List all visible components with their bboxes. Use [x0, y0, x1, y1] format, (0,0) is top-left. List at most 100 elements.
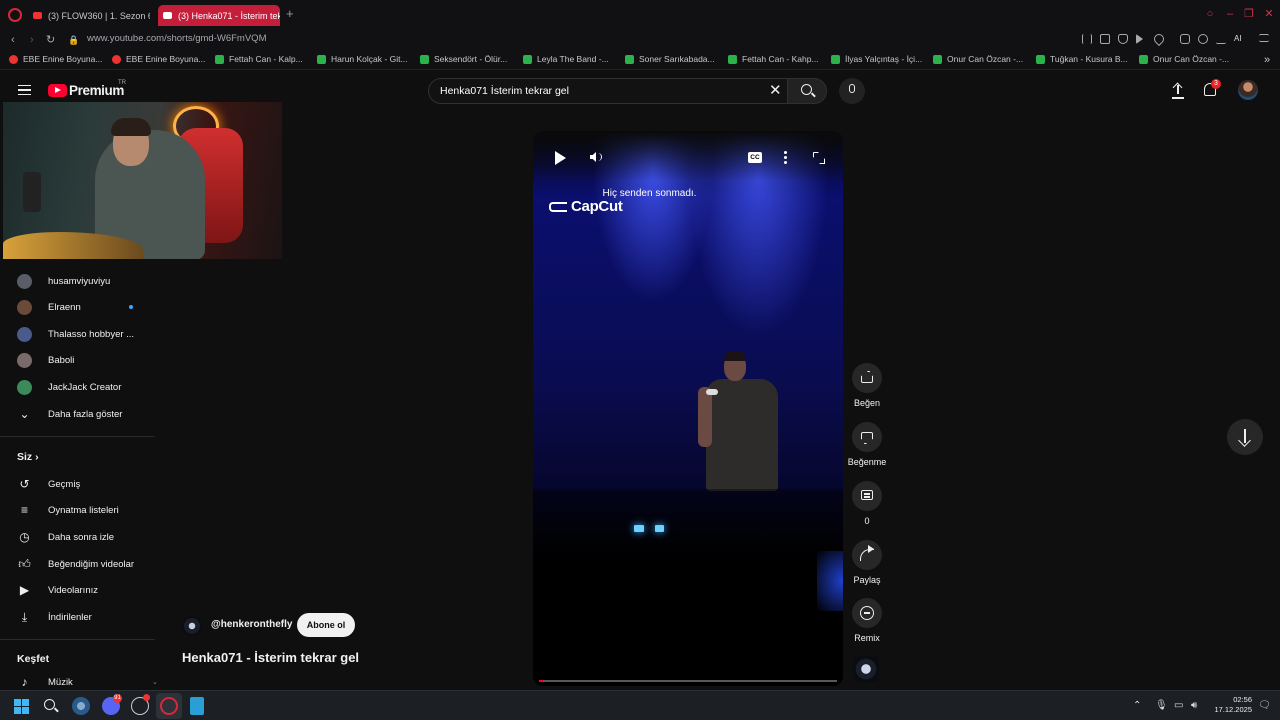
play-icon[interactable]	[555, 151, 566, 165]
sidebar-subscription[interactable]: Baboli	[0, 347, 155, 373]
extensions-icon[interactable]	[1180, 34, 1190, 44]
channel-avatar[interactable]	[182, 616, 202, 636]
next-short-button[interactable]	[1227, 419, 1263, 455]
progress-fill	[539, 680, 543, 682]
channel-thumbnail[interactable]	[853, 656, 879, 682]
clear-search-icon[interactable]: ✕	[769, 82, 782, 100]
bookmark-item[interactable]: Seksendört - Ölür...	[420, 54, 507, 64]
bookmark-item[interactable]: EBE Enine Boyuna...	[112, 54, 205, 64]
close-window-icon[interactable]: ✕	[1263, 8, 1275, 20]
new-tab-icon[interactable]: +	[286, 7, 294, 20]
channel-avatar	[17, 379, 32, 395]
bookmark-item[interactable]: Leyla The Band -...	[523, 54, 609, 64]
app-icon[interactable]	[72, 697, 90, 715]
webcam-overlay	[3, 102, 282, 259]
like-button[interactable]: Beğen	[845, 363, 889, 408]
create-upload-icon[interactable]	[1172, 83, 1184, 98]
bookmark-item[interactable]: İlyas Yalçıntaş - İçi...	[831, 54, 922, 64]
browser-tab-bar: (3) FLOW360 | 1. Sezon 6 (3) Henka071 - …	[0, 0, 1280, 30]
bookmark-icon[interactable]	[1082, 34, 1092, 44]
remix-button[interactable]: Remix	[845, 598, 889, 643]
shorts-player[interactable]: CC Hiç senden sonmadı. CapCut	[533, 131, 843, 686]
menu-icon[interactable]	[18, 85, 31, 95]
sidebar-item-playlists[interactable]: ≡ Oynatma listeleri	[0, 497, 155, 523]
clock-date: 17.12.2025	[1214, 705, 1252, 714]
sidebar-subscription[interactable]: JackJack Creator	[0, 374, 155, 400]
captions-icon[interactable]: CC	[748, 152, 762, 163]
channel-handle[interactable]: @henkeronthefly	[211, 619, 292, 630]
voice-search-button[interactable]	[839, 78, 865, 104]
bookmark-item[interactable]: Tuğkan - Kusura B...	[1036, 54, 1128, 64]
comments-button[interactable]: 0	[845, 481, 889, 526]
taskbar-search-icon[interactable]	[42, 697, 60, 715]
youtube-logo-icon[interactable]	[48, 84, 67, 97]
player-icon[interactable]	[1136, 34, 1143, 44]
show-more-button[interactable]: ⌄ Daha fazla göster	[0, 401, 155, 427]
search-tabs-icon[interactable]: ○	[1204, 8, 1216, 20]
bookmark-item[interactable]: Harun Kolçak - Git...	[317, 54, 408, 64]
bookmark-item[interactable]: Soner Sarıkabada...	[625, 54, 715, 64]
dislike-button[interactable]: Beğenme	[845, 422, 889, 467]
network-icon[interactable]: ▭	[1174, 700, 1183, 712]
forward-icon[interactable]: ›	[30, 33, 34, 47]
search-button[interactable]	[787, 78, 827, 104]
bookmark-item[interactable]: Fettah Can - Kalp...	[215, 54, 303, 64]
youtube-icon	[112, 54, 121, 64]
download-icon[interactable]	[1216, 34, 1226, 44]
tab-henka071[interactable]: (3) Henka071 - İsterim tek	[158, 5, 280, 26]
sidebar-item-downloads[interactable]: ⤓ İndirilenler	[0, 604, 155, 630]
opera-taskbar-icon[interactable]	[160, 697, 178, 715]
music-icon: ♪	[21, 674, 28, 689]
sidebar-item-your-videos[interactable]: ▶ Videolarınız	[0, 577, 155, 603]
sheet-icon	[728, 54, 737, 64]
opera-logo-icon[interactable]	[8, 8, 22, 22]
divider	[0, 639, 155, 640]
bookmark-item[interactable]: Onur Can Özcan -...	[1139, 54, 1229, 64]
more-options-icon[interactable]	[784, 151, 787, 165]
tab-flow360[interactable]: (3) FLOW360 | 1. Sezon 6	[28, 5, 150, 26]
ai-button[interactable]: AI	[1234, 34, 1252, 44]
capcut-logo-icon	[549, 202, 567, 212]
fullscreen-icon[interactable]	[813, 152, 825, 164]
account-avatar[interactable]	[1238, 80, 1258, 100]
you-section-header[interactable]: Siz ›	[17, 451, 39, 463]
shield-icon[interactable]	[1118, 34, 1128, 44]
progress-bar[interactable]	[539, 680, 837, 682]
search-input[interactable]: Henka071 İsterim tekrar gel ✕	[428, 78, 788, 104]
volume-icon[interactable]	[590, 152, 596, 162]
volume-tray-icon[interactable]: 🔊︎	[1191, 700, 1197, 712]
heart-icon[interactable]	[1151, 31, 1167, 47]
back-icon[interactable]: ‹	[11, 33, 15, 47]
system-clock[interactable]: 02:56 17.12.2025	[1212, 695, 1252, 715]
share-button[interactable]: Paylaş	[845, 540, 889, 585]
bookmark-item[interactable]: Onur Can Özcan -...	[933, 54, 1023, 64]
notepad-icon[interactable]	[190, 697, 204, 715]
sidebar-item-history[interactable]: ↺ Geçmiş	[0, 471, 155, 497]
clock-time: 02:56	[1233, 695, 1252, 704]
reload-icon[interactable]: ↻	[46, 33, 55, 47]
studio-mic	[23, 172, 41, 212]
bookmark-item[interactable]: Fettah Can - Kahp...	[728, 54, 819, 64]
menu-icon[interactable]	[1259, 34, 1269, 42]
snapshot-icon[interactable]	[1100, 34, 1110, 44]
sidebar-item-watch-later[interactable]: ◷ Daha sonra izle	[0, 524, 155, 550]
sidebar-subscription[interactable]: husamviyuviyu	[0, 268, 155, 294]
sidebar-item-liked-videos[interactable]: 👍︎ Beğendiğim videolar	[0, 551, 155, 577]
tray-overflow-icon[interactable]: ⌃	[1133, 700, 1141, 712]
subscribe-button[interactable]: Abone ol	[297, 613, 355, 637]
minimize-icon[interactable]: –	[1224, 8, 1236, 20]
scroll-down-icon[interactable]: ⌄	[152, 678, 158, 686]
notification-center-icon[interactable]: 🗨︎	[1258, 700, 1271, 712]
restore-icon[interactable]: ❐	[1243, 8, 1255, 20]
tray-mic-icon[interactable]: 🎙︎	[1155, 700, 1168, 712]
bookmark-item[interactable]: EBE Enine Boyuna...	[9, 54, 102, 64]
more-bookmarks-icon[interactable]: »	[1264, 54, 1270, 66]
sidebar-subscription[interactable]: Elraenn	[0, 294, 155, 320]
sidebar-subscription[interactable]: Thalasso hobbyer ...	[0, 321, 155, 347]
windows-start-icon[interactable]	[14, 699, 29, 714]
your-videos-icon: ▶	[19, 582, 30, 597]
url-field[interactable]: www.youtube.com/shorts/gmd-W6FmVQM	[87, 33, 267, 44]
address-bar: ‹ › ↻ 🔒 www.youtube.com/shorts/gmd-W6FmV…	[0, 30, 1280, 50]
account-icon[interactable]	[1198, 34, 1208, 44]
logo-text[interactable]: Premium	[69, 83, 124, 98]
